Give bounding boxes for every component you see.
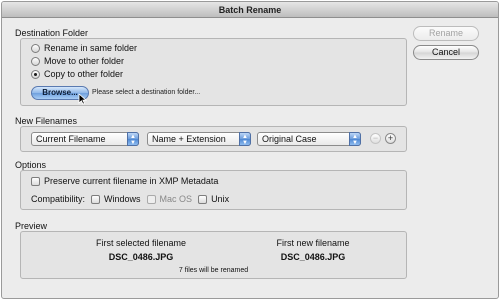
rename-button[interactable]: Rename xyxy=(413,26,479,41)
rename-summary: 7 files will be renamed xyxy=(178,267,249,274)
new-filenames-legend: New Filenames xyxy=(15,116,78,126)
preview-legend: Preview xyxy=(15,221,48,231)
batch-rename-dialog: Batch Rename Rename Cancel Destination F… xyxy=(1,1,499,299)
radio-label: Copy to other folder xyxy=(44,69,124,79)
unix-label: Unix xyxy=(211,194,230,204)
radio-button[interactable] xyxy=(31,56,40,66)
first-new-value: DSC_0486.JPG xyxy=(280,252,346,262)
preview-group: First selected filename DSC_0486.JPG Fir… xyxy=(20,231,407,279)
cancel-button[interactable]: Cancel xyxy=(413,45,479,60)
preserve-xmp-checkbox-row[interactable]: Preserve current filename in XMP Metadat… xyxy=(31,176,218,186)
popup-arrows-icon: ▲ ▼ xyxy=(239,132,251,146)
radio-copy-other-folder[interactable]: Copy to other folder xyxy=(31,69,123,79)
radio-label: Rename in same folder xyxy=(44,43,138,53)
window-title: Batch Rename xyxy=(2,2,498,18)
options-group: Preserve current filename in XMP Metadat… xyxy=(20,170,407,210)
radio-label: Move to other folder xyxy=(44,56,125,66)
windows-checkbox[interactable] xyxy=(91,194,101,204)
options-legend: Options xyxy=(15,160,47,170)
preserve-xmp-label: Preserve current filename in XMP Metadat… xyxy=(44,176,219,186)
first-selected-value: DSC_0486.JPG xyxy=(108,252,174,262)
filename-extension-select[interactable]: Name + Extension ▲ ▼ xyxy=(147,132,251,146)
select-value: Current Filename xyxy=(36,134,106,144)
destination-folder-group: Rename in same folder Move to other fold… xyxy=(20,38,407,106)
popup-arrows-icon: ▲ ▼ xyxy=(349,132,361,146)
remove-element-button[interactable]: − xyxy=(370,133,381,144)
unix-checkbox[interactable] xyxy=(198,194,208,204)
radio-move-other-folder[interactable]: Move to other folder xyxy=(31,56,124,66)
destination-folder-legend: Destination Folder xyxy=(15,28,89,38)
destination-hint: Please select a destination folder... xyxy=(92,89,201,96)
preserve-xmp-checkbox[interactable] xyxy=(31,176,40,186)
compatibility-row: Compatibility: Windows Mac OS Unix xyxy=(31,194,229,204)
add-element-button[interactable]: + xyxy=(385,133,396,144)
filename-component-select[interactable]: Current Filename ▲ ▼ xyxy=(31,132,139,146)
radio-button[interactable] xyxy=(31,43,40,53)
macos-checkbox xyxy=(146,194,156,204)
macos-label: Mac OS xyxy=(159,194,193,204)
new-filenames-group: Current Filename ▲ ▼ Name + Extension ▲ ▼ … xyxy=(20,126,407,152)
radio-button-selected[interactable] xyxy=(31,69,40,79)
first-selected-label: First selected filename xyxy=(95,238,187,248)
windows-label: Windows xyxy=(104,194,141,204)
select-value: Name + Extension xyxy=(152,134,226,144)
compatibility-label: Compatibility: xyxy=(31,194,86,204)
popup-arrows-icon: ▲ ▼ xyxy=(127,132,139,146)
mouse-pointer-icon xyxy=(78,93,87,105)
filename-case-select[interactable]: Original Case ▲ ▼ xyxy=(257,132,361,146)
first-new-label: First new filename xyxy=(276,238,350,248)
radio-rename-same-folder[interactable]: Rename in same folder xyxy=(31,43,137,53)
select-value: Original Case xyxy=(262,134,317,144)
